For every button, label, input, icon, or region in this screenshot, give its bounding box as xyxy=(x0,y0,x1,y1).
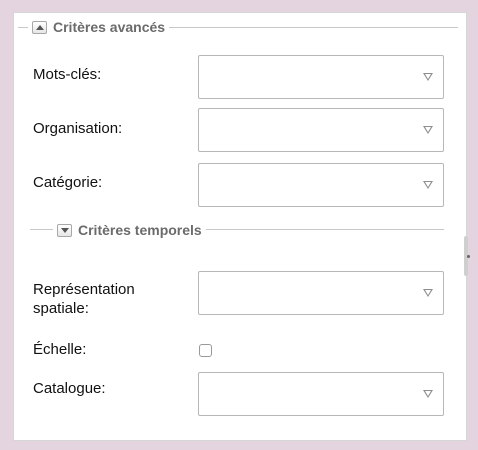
dropdown-arrow-icon[interactable] xyxy=(423,73,433,81)
advanced-section-legend[interactable]: Critères avancés xyxy=(28,18,170,36)
keywords-combobox[interactable] xyxy=(198,55,444,99)
dropdown-arrow-icon[interactable] xyxy=(423,126,433,134)
dropdown-arrow-icon[interactable] xyxy=(423,289,433,297)
dropdown-arrow-icon[interactable] xyxy=(423,390,433,398)
category-combobox[interactable] xyxy=(198,163,444,207)
organisation-combobox[interactable] xyxy=(198,108,444,152)
expand-toggle-icon[interactable] xyxy=(57,223,72,237)
spatial-representation-label-line1: Représentation xyxy=(33,281,135,298)
keywords-label: Mots-clés: xyxy=(33,66,102,83)
catalogue-combobox[interactable] xyxy=(198,372,444,416)
scale-label: Échelle: xyxy=(33,341,87,358)
organisation-label: Organisation: xyxy=(33,120,123,137)
dropdown-arrow-icon[interactable] xyxy=(423,181,433,189)
scale-checkbox[interactable] xyxy=(199,344,212,357)
collapse-toggle-icon[interactable] xyxy=(32,20,47,34)
temporal-section-legend[interactable]: Critères temporels xyxy=(53,221,206,239)
category-label: Catégorie: xyxy=(33,174,103,191)
advanced-section-title: Critères avancés xyxy=(53,19,166,35)
catalogue-label: Catalogue: xyxy=(33,380,106,397)
temporal-section-title: Critères temporels xyxy=(78,222,202,238)
resize-grip-icon xyxy=(467,255,470,258)
spatial-representation-combobox[interactable] xyxy=(198,271,444,315)
spatial-representation-label-line2: spatiale: xyxy=(33,300,89,317)
